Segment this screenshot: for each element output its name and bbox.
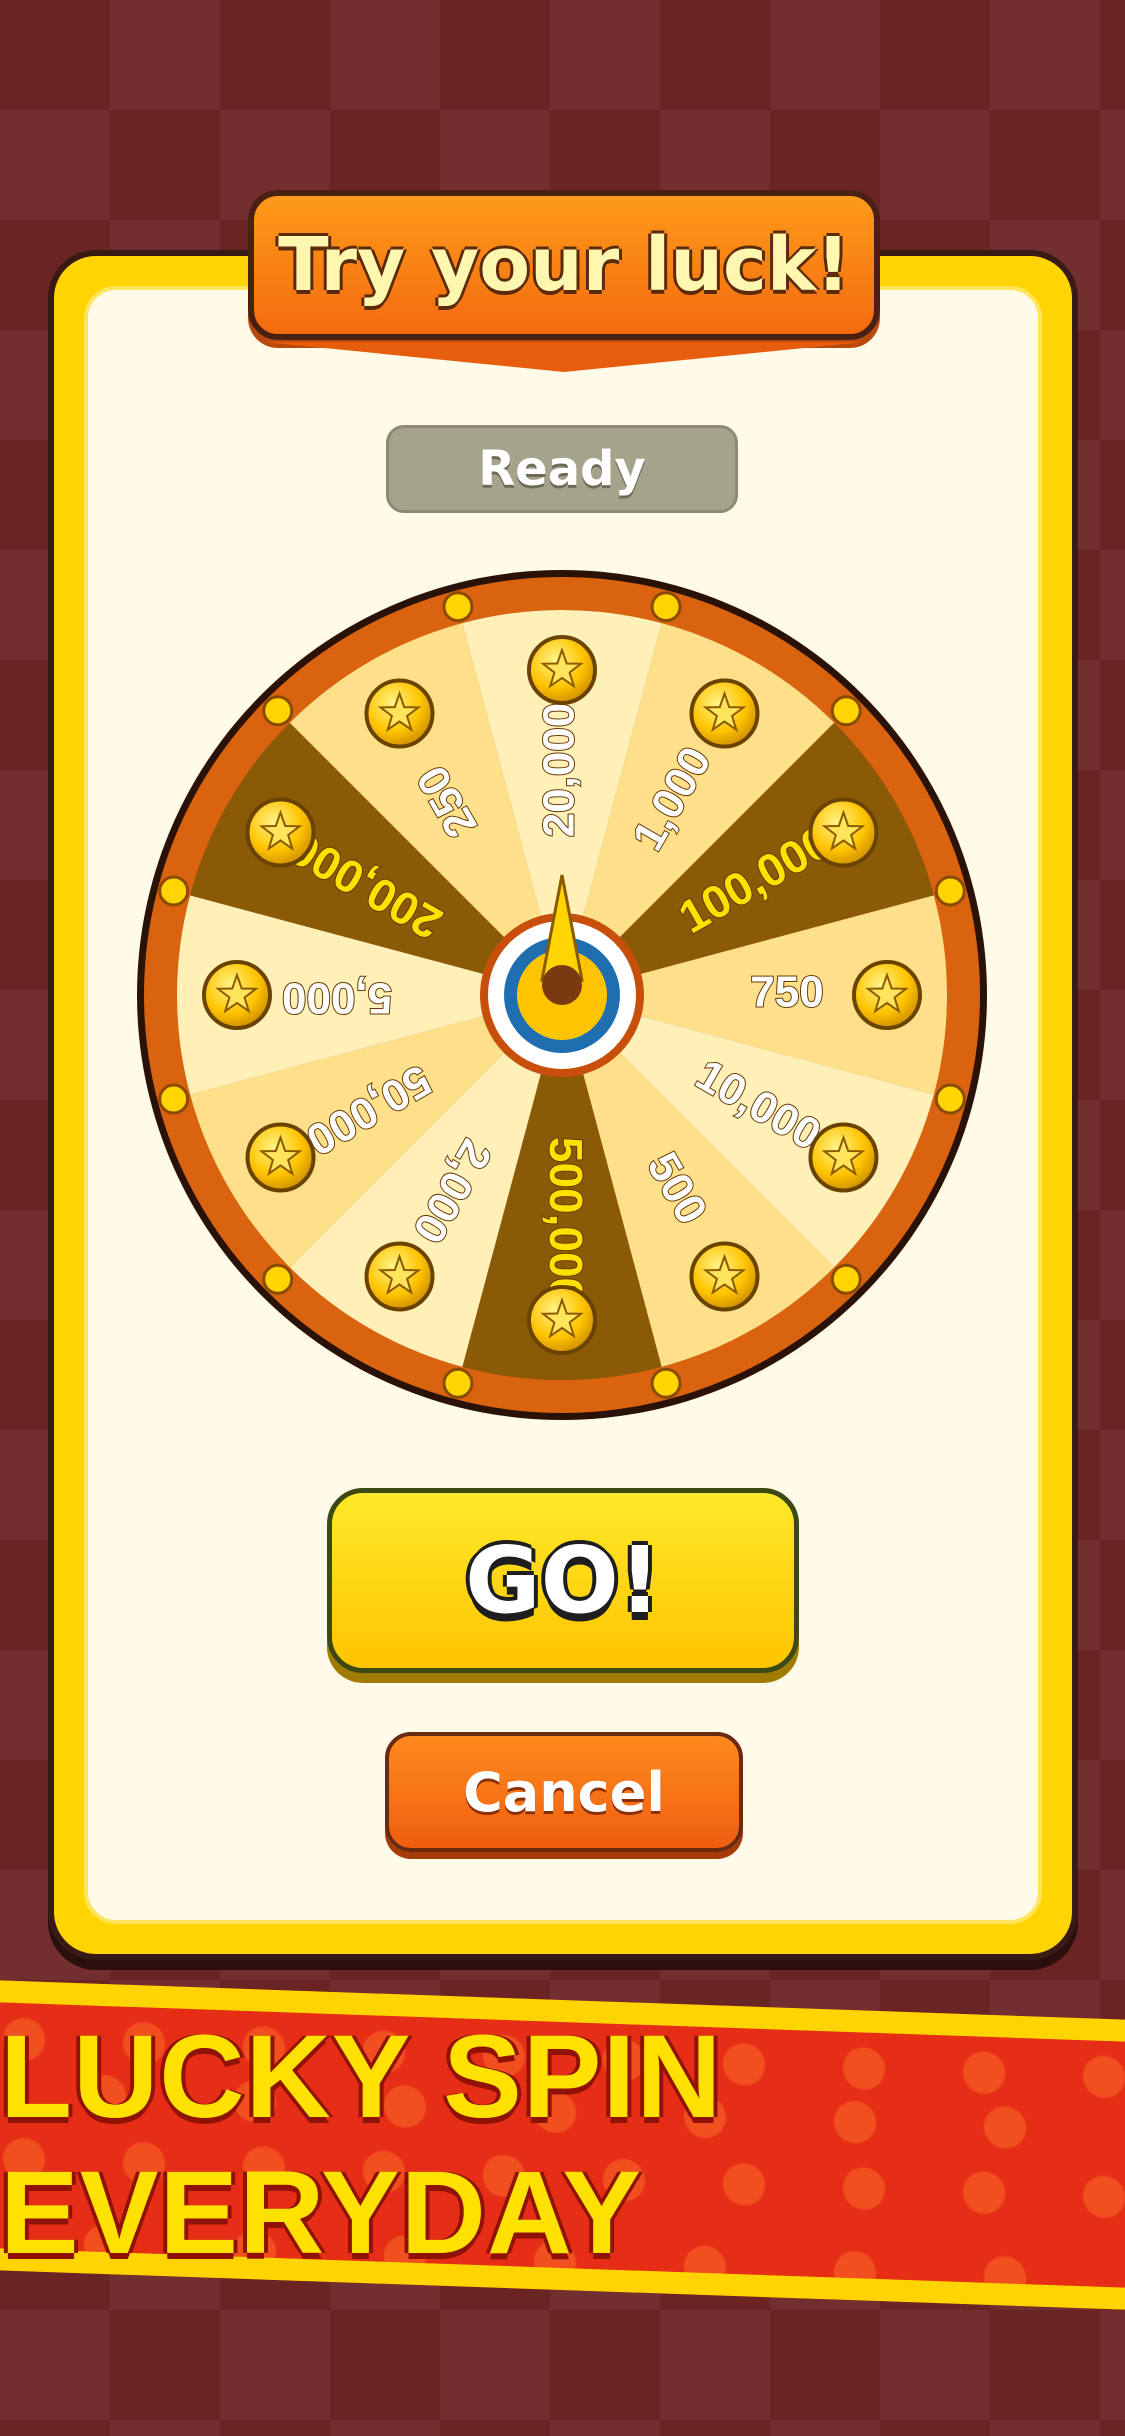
promo-ribbon: LUCKY SPIN EVERYDAY bbox=[0, 1980, 1125, 2310]
rim-bulb bbox=[650, 1367, 682, 1399]
promo-text: LUCKY SPIN EVERYDAY bbox=[0, 2011, 723, 2279]
rim-bulb bbox=[262, 695, 294, 727]
go-button[interactable]: GO! bbox=[327, 1488, 799, 1673]
rim-bulb bbox=[934, 1083, 966, 1115]
rim-bulb bbox=[262, 1263, 294, 1295]
cancel-button[interactable]: Cancel bbox=[385, 1732, 743, 1852]
rim-bulb bbox=[442, 1367, 474, 1399]
rim-bulb bbox=[934, 875, 966, 907]
rim-bulb bbox=[650, 591, 682, 623]
rim-bulb bbox=[830, 695, 862, 727]
go-label: GO! bbox=[465, 1527, 661, 1634]
title-banner: Try your luck! bbox=[248, 190, 880, 340]
status-badge: Ready bbox=[386, 425, 738, 513]
wheel-segment-label: 20,000 bbox=[535, 703, 584, 838]
rim-bulb bbox=[442, 591, 474, 623]
status-label: Ready bbox=[478, 441, 646, 497]
prize-wheel[interactable]: 20,000 1,000 100,000 750 10,000 500 500,000 2,0… bbox=[137, 570, 987, 1420]
cancel-label: Cancel bbox=[463, 1760, 665, 1824]
wheel-pointer-knob bbox=[542, 965, 582, 1005]
prize-wheel-graphic: 20,000 1,000100,00075010,000500500,0002,0… bbox=[137, 570, 987, 1420]
dialog-title: Try your luck! bbox=[278, 222, 850, 308]
wheel-segment-label: 750 bbox=[750, 968, 823, 1017]
wheel-segment-label: 5,000 bbox=[282, 973, 392, 1022]
rim-bulb bbox=[158, 1083, 190, 1115]
rim-bulb bbox=[158, 875, 190, 907]
rim-bulb bbox=[830, 1263, 862, 1295]
wheel-segment-label: 500,000 bbox=[540, 1137, 592, 1303]
